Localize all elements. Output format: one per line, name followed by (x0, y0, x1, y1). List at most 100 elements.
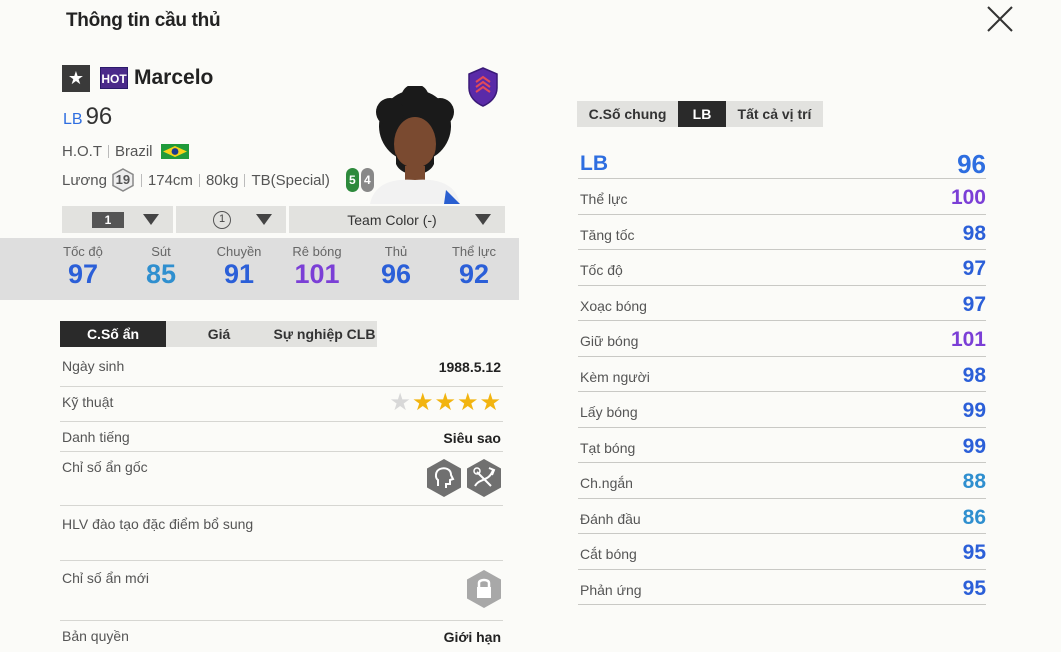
tab-all-positions[interactable]: Tất cả vị trí (726, 101, 823, 127)
stat-label: Giữ bóng (580, 333, 639, 349)
stat-value: 85 (145, 259, 177, 289)
stat-shooting: Sút 85 (121, 244, 201, 289)
player-portrait (370, 86, 460, 204)
stat-value: 86 (962, 505, 986, 529)
stat-value: 99 (962, 434, 986, 458)
player-meta-line1: H.O.T Brazil (62, 143, 189, 160)
stat-physical: Thể lực 92 (434, 244, 514, 289)
position-rating-header: LB 96 (578, 144, 986, 179)
trait-head-icon[interactable] (425, 458, 463, 498)
height: 174cm (147, 171, 193, 189)
stat-label: Xoạc bóng (580, 297, 647, 314)
position-stat-row: Ch.ngắn 88 (578, 463, 986, 499)
position-stat-row: Cắt bóng 95 (578, 534, 986, 570)
info-row-birth: Ngày sinh 1988.5.12 (60, 352, 503, 387)
tab-position-lb[interactable]: LB (678, 101, 726, 127)
tab-price[interactable]: Giá (166, 321, 272, 347)
season-badge: HOT (100, 67, 128, 89)
position-overall: LB 96 (63, 103, 112, 131)
info-label: Bản quyền (62, 628, 129, 644)
stat-value: 92 (458, 259, 490, 289)
position-stat-row: Phản ứng 95 (578, 570, 986, 605)
position-value: 96 (957, 149, 986, 179)
stat-label: Chuyền (216, 244, 262, 259)
lock-icon[interactable] (465, 569, 503, 609)
position-stat-row: Đánh đầu 86 (578, 499, 986, 534)
stat-label: Thể lực (580, 191, 628, 207)
stat-label: Rê bóng (292, 244, 342, 259)
stat-label: Phản ứng (580, 581, 642, 598)
stat-label: Tốc độ (63, 244, 103, 259)
tab-hidden-stats[interactable]: C.Số ẩn (60, 321, 166, 347)
weight: 80kg (205, 171, 239, 189)
info-label: Kỹ thuật (62, 394, 114, 410)
stat-label: Kèm người (580, 368, 650, 385)
stat-label: Ch.ngắn (580, 475, 633, 491)
star-icon: ★ (479, 389, 501, 416)
stat-value: 96 (380, 259, 412, 289)
info-row-reputation: Danh tiếng Siêu sao (60, 422, 503, 452)
stat-value: 99 (962, 399, 986, 422)
stat-label: Cắt bóng (580, 546, 637, 562)
position-stat-row: Giữ bóng 101 (578, 321, 986, 357)
team-color-value: Team Color (-) (347, 211, 437, 228)
info-label: Chỉ số ẩn mới (62, 570, 149, 586)
info-row-new-traits: Chỉ số ẩn mới (60, 561, 503, 621)
team-color-dropdown[interactable]: Team Color (-) (289, 206, 505, 233)
position-tabs: C.Số chung LB Tất cả vị trí (577, 101, 823, 127)
position-stat-row: Thể lực 100 (578, 179, 986, 215)
tab-club-career[interactable]: Sự nghiệp CLB (272, 321, 377, 347)
stat-value: 100 (950, 186, 986, 209)
position-label: LB (580, 152, 608, 175)
stat-value: 97 (962, 257, 986, 280)
divider (244, 173, 246, 187)
star-icon: ★ (434, 389, 456, 416)
divider (198, 173, 200, 187)
info-tabs: C.Số ẩn Giá Sự nghiệp CLB (60, 321, 377, 347)
upgrade-dropdown[interactable]: 1 (176, 206, 286, 233)
brazil-flag-icon (160, 144, 189, 159)
level-dropdown[interactable]: 1 (62, 206, 173, 233)
position-stat-row: Tạt bóng 99 (578, 428, 986, 463)
stat-label: Thể lực (451, 244, 497, 259)
info-row-license: Bản quyền Giới hạn (60, 621, 503, 652)
star-icon[interactable]: ★ (62, 65, 90, 92)
page-title: Thông tin cầu thủ (66, 10, 221, 31)
skill-stars: ★ ★ ★ ★ ★ (388, 391, 501, 415)
salary-value: 19 (115, 172, 131, 187)
close-icon[interactable] (984, 4, 1016, 34)
info-value: 1988.5.12 (438, 359, 501, 375)
stat-label: Thủ (384, 244, 408, 259)
star-icon: ★ (456, 389, 479, 416)
stat-value: 97 (67, 259, 99, 289)
stat-value: 95 (962, 541, 986, 564)
info-label: HLV đào tạo đặc điểm bổ sung (62, 516, 254, 532)
main-stats-bar: Tốc độ 97 Sút 85 Chuyền 91 Rê bóng 101 Thủ 96… (0, 238, 519, 300)
position-stat-row: Xoạc bóng 97 (578, 286, 986, 321)
divider (108, 145, 109, 158)
stat-value: 95 (962, 576, 986, 600)
info-row-traits: Chỉ số ẩn gốc (60, 452, 503, 506)
info-label: Danh tiếng (62, 429, 130, 445)
stat-label: Tạt bóng (580, 439, 636, 456)
salary-hex-icon: 19 (111, 168, 135, 192)
stat-value: 88 (962, 470, 986, 493)
chevron-down-icon (475, 214, 491, 225)
tab-general-stats[interactable]: C.Số chung (577, 101, 678, 127)
stat-label: Sút (151, 244, 171, 259)
position-stat-row: Lấy bóng 99 (578, 392, 986, 428)
stat-value: 91 (223, 259, 255, 289)
stat-value: 98 (962, 363, 986, 387)
trait-dribble-icon[interactable] (465, 458, 503, 498)
info-row-skill: Kỹ thuật ★ ★ ★ ★ ★ (60, 387, 503, 422)
stat-value: 97 (962, 292, 986, 316)
stat-label: Tăng tốc (580, 226, 635, 243)
star-icon: ★ (389, 389, 411, 416)
nationality: Brazil (115, 143, 153, 160)
position-stat-row: Kèm người 98 (578, 357, 986, 392)
position-stat-row: Tốc độ 97 (578, 250, 986, 286)
salary-label: Lương (62, 171, 107, 189)
info-label: Ngày sinh (62, 358, 125, 374)
body-type: TB(Special) (251, 171, 330, 189)
level-value: 1 (92, 211, 124, 228)
